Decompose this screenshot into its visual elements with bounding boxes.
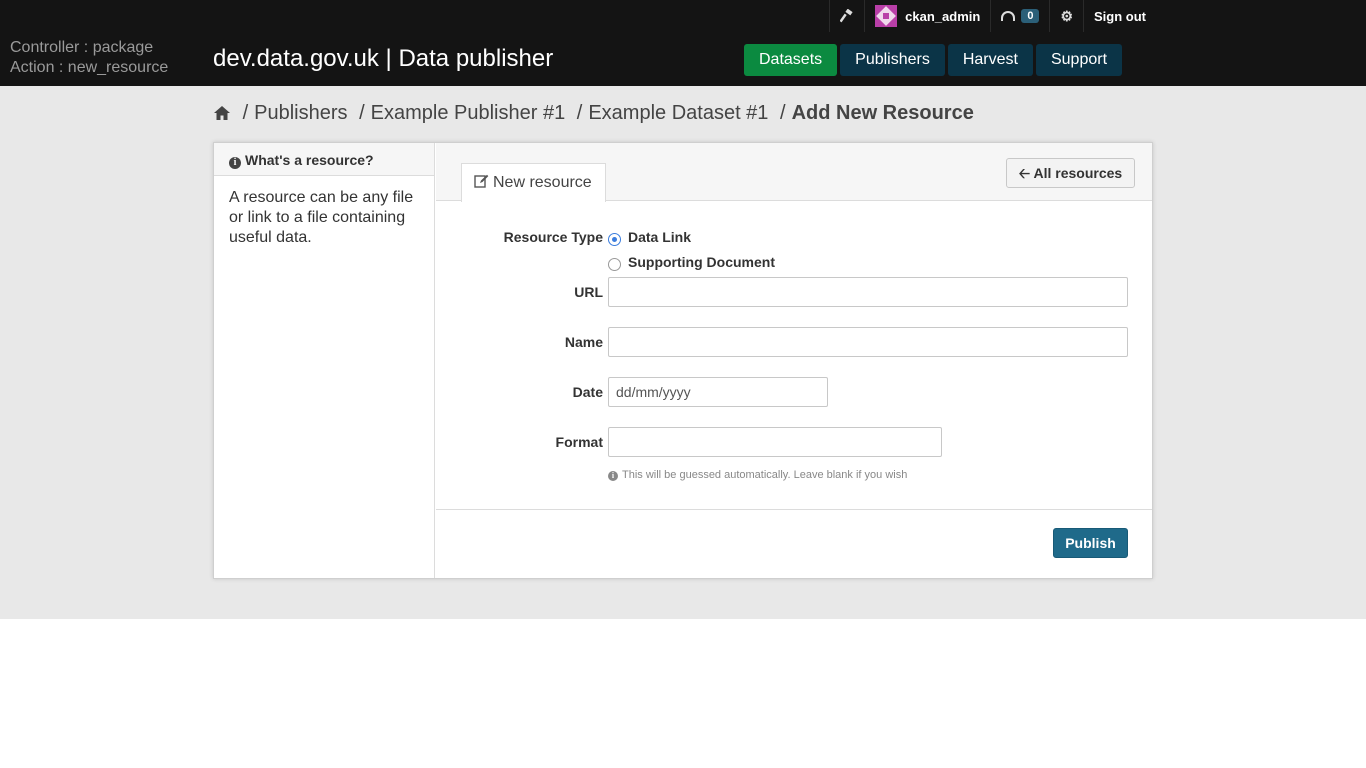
- account-bar: ckan_admin 0 ⚙ Sign out: [829, 0, 1156, 32]
- resource-form-panel: New resource 🡠 All resources Resource Ty…: [436, 143, 1152, 578]
- breadcrumb-separator: /: [359, 102, 365, 124]
- breadcrumb-publishers[interactable]: Publishers: [254, 102, 347, 124]
- gear-icon: ⚙: [1060, 7, 1073, 24]
- tab-new-resource[interactable]: New resource: [461, 163, 606, 202]
- tabs-bar: New resource 🡠 All resources: [436, 143, 1152, 202]
- radio-data-link[interactable]: [608, 233, 621, 246]
- notification-count-badge: 0: [1021, 9, 1040, 23]
- all-resources-button[interactable]: 🡠 All resources: [1006, 158, 1135, 188]
- format-hint: i This will be guessed automatically. Lea…: [608, 469, 907, 481]
- debug-action: Action : new_resource: [10, 59, 169, 76]
- breadcrumb-current: Add New Resource: [791, 102, 974, 124]
- nav-publishers[interactable]: Publishers: [840, 44, 945, 76]
- info-icon: i: [608, 471, 618, 481]
- user-link[interactable]: ckan_admin: [864, 0, 990, 32]
- radio-supporting-document-label[interactable]: Supporting Document: [628, 254, 775, 270]
- format-label: Format: [555, 434, 603, 450]
- breadcrumb-separator: /: [242, 102, 249, 124]
- publish-button[interactable]: Publish: [1053, 528, 1128, 558]
- debug-info: Controller : package Action : new_resour…: [10, 38, 168, 78]
- edit-icon: [474, 174, 489, 188]
- resource-card: i What's a resource? A resource can be an…: [213, 142, 1153, 579]
- nav-harvest[interactable]: Harvest: [947, 44, 1033, 76]
- admin-tools-link[interactable]: [829, 0, 864, 32]
- username: ckan_admin: [905, 8, 981, 24]
- form-divider: [436, 509, 1152, 510]
- format-input[interactable]: [608, 427, 942, 457]
- all-resources-label: All resources: [1033, 165, 1123, 181]
- tab-label: New resource: [493, 174, 592, 191]
- arrow-left-icon: 🡠: [1018, 165, 1031, 181]
- radio-supporting-document[interactable]: [608, 258, 621, 271]
- home-icon[interactable]: [213, 104, 231, 127]
- site-brand[interactable]: dev.data.gov.uk | Data publisher: [213, 45, 553, 73]
- debug-controller: Controller : package: [10, 39, 154, 56]
- date-label: Date: [572, 384, 603, 400]
- avatar: [875, 5, 898, 27]
- sign-out-link[interactable]: Sign out: [1083, 0, 1156, 32]
- info-icon: i: [229, 157, 241, 169]
- name-label: Name: [564, 334, 603, 350]
- nav-support[interactable]: Support: [1035, 44, 1123, 76]
- help-heading: i What's a resource?: [214, 143, 434, 176]
- hammer-icon: [840, 9, 853, 23]
- dashboard-link[interactable]: 0: [990, 0, 1049, 32]
- help-heading-text: What's a resource?: [245, 152, 374, 168]
- help-text: A resource can be any file or link to a …: [229, 189, 414, 246]
- format-hint-text: This will be guessed automatically. Leav…: [622, 469, 908, 481]
- help-sidebar: i What's a resource? A resource can be an…: [214, 143, 435, 578]
- top-navbar: ckan_admin 0 ⚙ Sign out Controller : pac…: [0, 0, 1366, 86]
- breadcrumb-separator: /: [576, 102, 583, 124]
- nav-datasets[interactable]: Datasets: [744, 44, 838, 76]
- main-nav: Datasets Publishers Harvest Support: [744, 44, 1123, 76]
- breadcrumb: / Publishers / Example Publisher #1 /Examp…: [213, 102, 974, 127]
- radio-data-link-label[interactable]: Data Link: [628, 229, 691, 245]
- dashboard-icon: [1001, 11, 1016, 21]
- name-input[interactable]: [608, 327, 1128, 357]
- date-input[interactable]: dd/mm/yyyy: [608, 377, 828, 407]
- url-input[interactable]: [608, 277, 1128, 307]
- url-label: URL: [574, 284, 603, 300]
- sign-out-label: Sign out: [1094, 8, 1146, 24]
- settings-link[interactable]: ⚙: [1049, 0, 1083, 32]
- breadcrumb-dataset[interactable]: Example Dataset #1: [588, 102, 768, 124]
- breadcrumb-separator: /: [780, 102, 786, 124]
- breadcrumb-publisher[interactable]: Example Publisher #1: [371, 102, 566, 124]
- resource-type-label: Resource Type: [503, 229, 603, 245]
